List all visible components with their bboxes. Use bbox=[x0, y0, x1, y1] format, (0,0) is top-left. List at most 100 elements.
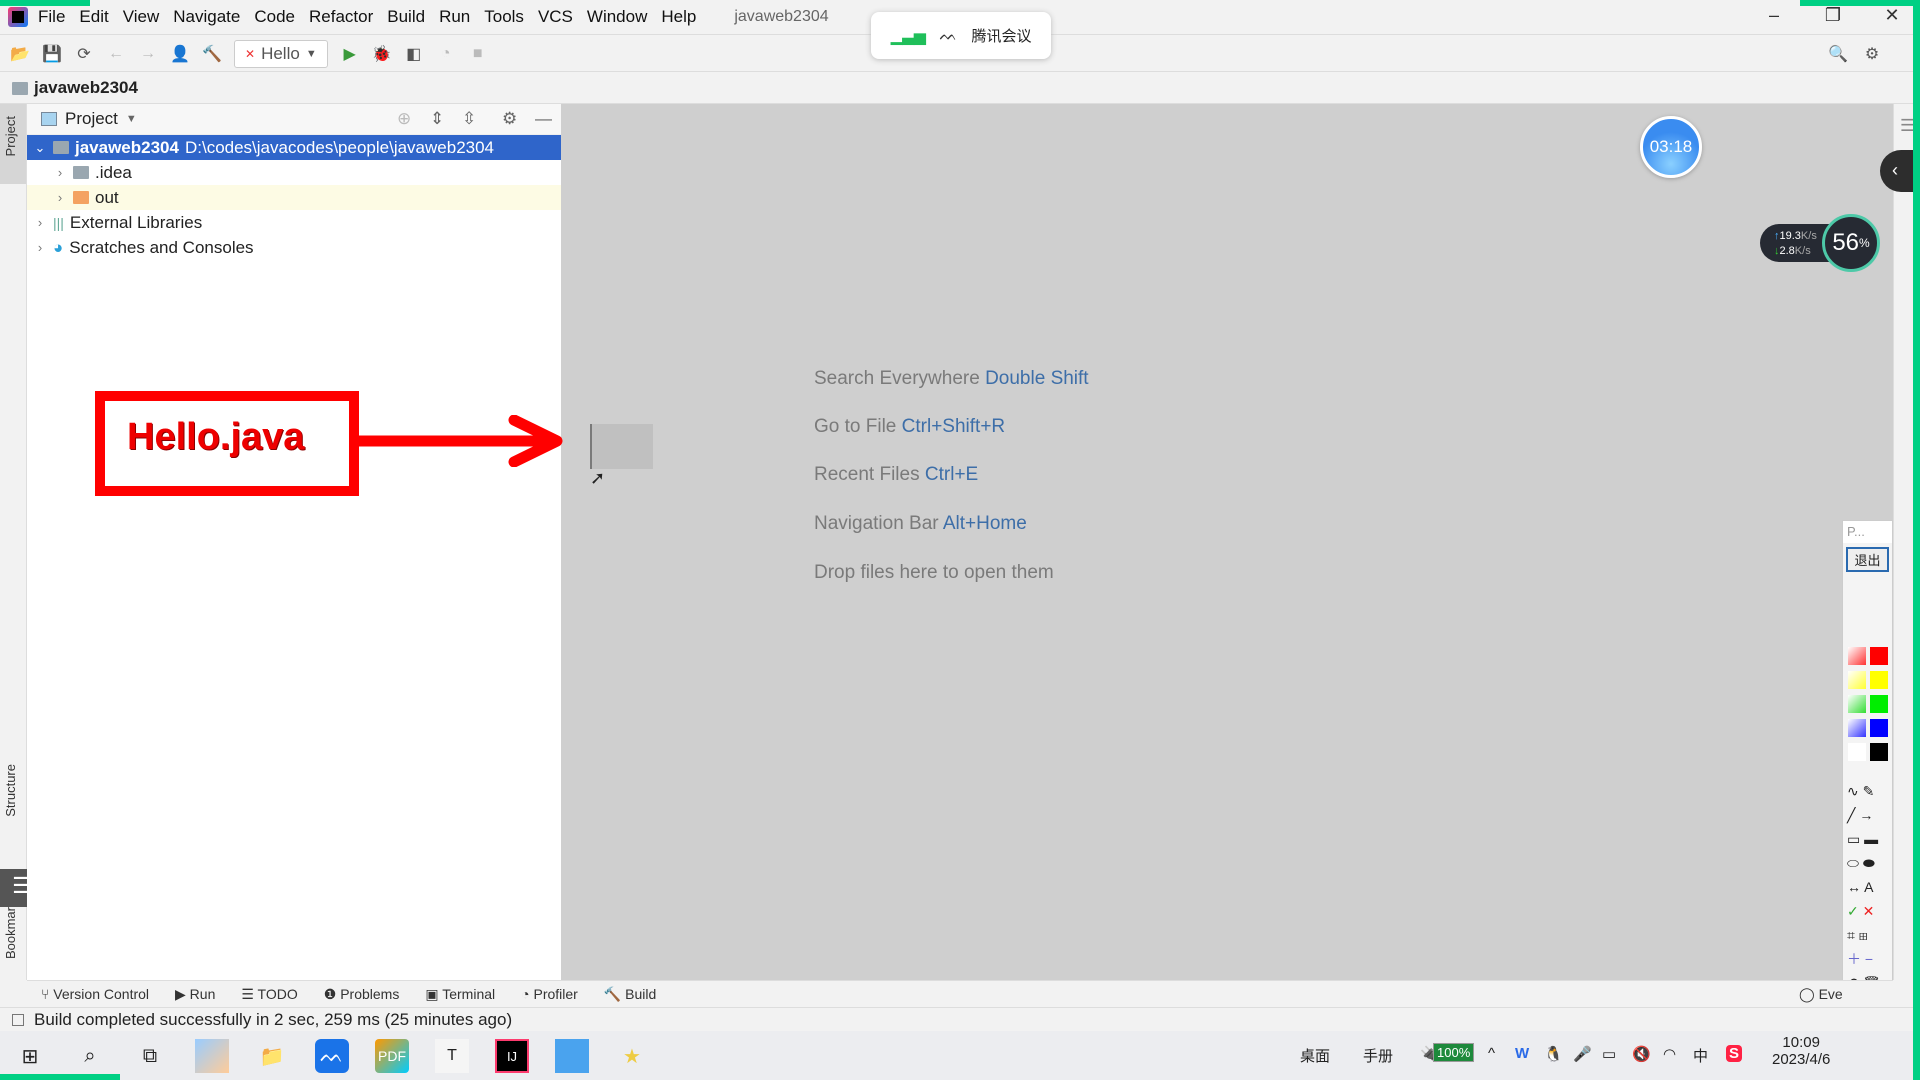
tool-profiler[interactable]: ◔ Profiler bbox=[521, 986, 578, 1002]
network-monitor[interactable]: ↑19.3K/s ↓2.8K/s 56% bbox=[1760, 214, 1880, 272]
menu-help[interactable]: Help bbox=[661, 7, 696, 27]
wifi-icon[interactable]: ◠ bbox=[1663, 1045, 1676, 1063]
stop-icon[interactable]: ■ bbox=[468, 45, 488, 63]
back-icon[interactable]: ← bbox=[106, 45, 126, 63]
chevron-right-icon[interactable]: › bbox=[53, 190, 67, 205]
microphone-icon[interactable]: 🎤 bbox=[1573, 1045, 1592, 1063]
desktop-toolbar[interactable]: 桌面 bbox=[1300, 1045, 1330, 1066]
color-light-blue[interactable] bbox=[1848, 719, 1866, 737]
open-icon[interactable]: 📂 bbox=[10, 44, 30, 64]
status-message[interactable]: Build completed successfully in 2 sec, 2… bbox=[34, 1010, 512, 1030]
tree-item-root[interactable]: ⌄ javaweb2304 D:\codes\javacodes\people\… bbox=[27, 135, 561, 160]
menu-file[interactable]: File bbox=[38, 7, 65, 27]
ime-indicator[interactable]: 中 bbox=[1693, 1045, 1708, 1066]
color-red[interactable] bbox=[1870, 647, 1888, 665]
task-view-icon[interactable]: ⧉ bbox=[133, 1039, 167, 1073]
coverage-icon[interactable]: ◧ bbox=[404, 44, 424, 64]
color-black[interactable] bbox=[1870, 743, 1888, 761]
menu-tools[interactable]: Tools bbox=[484, 7, 524, 27]
project-tool-tab[interactable]: Project bbox=[3, 116, 18, 156]
editor-empty-area[interactable]: Search Everywhere Double Shift Go to Fil… bbox=[561, 104, 1893, 980]
menu-navigate[interactable]: Navigate bbox=[173, 7, 240, 27]
chevron-right-icon[interactable]: › bbox=[33, 215, 47, 230]
menu-run[interactable]: Run bbox=[439, 7, 470, 27]
close-button[interactable]: ✕ bbox=[1872, 5, 1912, 26]
breadcrumb-project[interactable]: javaweb2304 bbox=[34, 78, 138, 98]
color-yellow[interactable] bbox=[1870, 671, 1888, 689]
color-light-red[interactable] bbox=[1848, 647, 1866, 665]
tool-event-log[interactable]: ◯ Eve bbox=[1799, 986, 1843, 1003]
gear-icon[interactable]: ⚙ bbox=[1862, 44, 1882, 64]
chevron-down-icon[interactable]: ▼ bbox=[126, 113, 137, 125]
start-icon[interactable]: ⊞ bbox=[13, 1039, 47, 1073]
forward-icon[interactable]: → bbox=[138, 45, 158, 63]
menu-refactor[interactable]: Refactor bbox=[309, 7, 373, 27]
hide-icon[interactable]: — bbox=[535, 109, 552, 129]
chevron-up-icon[interactable]: ^ bbox=[1488, 1045, 1495, 1062]
tencent-meeting-icon[interactable]: ᨓ bbox=[315, 1039, 349, 1073]
menu-view[interactable]: View bbox=[123, 7, 160, 27]
collapse-all-icon[interactable]: ⇳ bbox=[462, 109, 476, 129]
timer-badge[interactable]: 03:18 bbox=[1640, 116, 1702, 178]
status-toggle-icon[interactable] bbox=[12, 1013, 24, 1026]
color-white[interactable] bbox=[1848, 743, 1866, 761]
run-config-select[interactable]: ✕ Hello ▼ bbox=[234, 39, 328, 68]
file-explorer-icon[interactable]: 📁 bbox=[255, 1039, 289, 1073]
star-app-icon[interactable]: ★ bbox=[615, 1039, 649, 1073]
battery-indicator[interactable]: 100% bbox=[1433, 1043, 1475, 1062]
sogou-icon[interactable]: S bbox=[1726, 1045, 1743, 1062]
search-icon[interactable]: ⌕ bbox=[73, 1039, 107, 1073]
tool-problems[interactable]: ❶ Problems bbox=[324, 986, 400, 1003]
restore-button[interactable]: ❐ bbox=[1813, 5, 1853, 26]
gear-icon[interactable]: ⚙ bbox=[502, 109, 517, 129]
sync-icon[interactable]: ⟳ bbox=[74, 44, 94, 64]
clock[interactable]: 10:09 2023/4/6 bbox=[1772, 1034, 1830, 1068]
expand-all-icon[interactable]: ⇕ bbox=[430, 109, 444, 129]
menu-build[interactable]: Build bbox=[387, 7, 425, 27]
tool-build[interactable]: 🔨 Build bbox=[604, 986, 656, 1003]
run-icon[interactable]: ▶ bbox=[340, 44, 360, 64]
chevron-right-icon[interactable]: › bbox=[33, 240, 47, 255]
color-blue[interactable] bbox=[1870, 719, 1888, 737]
exit-button[interactable]: 退出 bbox=[1846, 547, 1889, 572]
drawing-tools[interactable]: ∿ ✎╱ →▭ ▬⬭ ⬬↔ A✓ ✕⌗ ⊞＋ −↶ 🗑 bbox=[1847, 779, 1891, 995]
maps-app-icon[interactable] bbox=[195, 1039, 229, 1073]
tree-item-out[interactable]: › out bbox=[27, 185, 561, 210]
manual-toolbar[interactable]: 手册 bbox=[1363, 1045, 1393, 1066]
wps-icon[interactable]: W bbox=[1515, 1045, 1529, 1062]
menu-window[interactable]: Window bbox=[587, 7, 647, 27]
debug-icon[interactable]: 🐞 bbox=[372, 44, 392, 64]
tree-item-external-libraries[interactable]: › ||| External Libraries bbox=[27, 210, 561, 235]
minimize-button[interactable]: – bbox=[1754, 5, 1794, 26]
remote-desktop-icon[interactable] bbox=[555, 1039, 589, 1073]
menu-edit[interactable]: Edit bbox=[79, 7, 108, 27]
tree-item-scratches[interactable]: › ◕ Scratches and Consoles bbox=[27, 235, 561, 260]
chevron-down-icon[interactable]: ⌄ bbox=[33, 140, 47, 156]
search-icon[interactable]: 🔍 bbox=[1828, 44, 1848, 64]
battery-icon[interactable]: ▭ bbox=[1602, 1045, 1616, 1063]
menu-vcs[interactable]: VCS bbox=[538, 7, 573, 27]
tool-run[interactable]: ▶ Run bbox=[175, 986, 215, 1003]
intellij-icon[interactable]: IJ bbox=[495, 1039, 529, 1073]
volume-muted-icon[interactable]: 🔇 bbox=[1632, 1045, 1651, 1063]
tool-terminal[interactable]: ▣ Terminal bbox=[425, 986, 495, 1003]
locate-icon[interactable]: ⊕ bbox=[397, 109, 411, 129]
project-view-selector[interactable]: Project bbox=[65, 109, 118, 129]
color-green[interactable] bbox=[1870, 695, 1888, 713]
chevron-right-icon[interactable]: › bbox=[53, 165, 67, 180]
menu-code[interactable]: Code bbox=[254, 7, 295, 27]
color-light-yellow[interactable] bbox=[1848, 671, 1866, 689]
vcs-user-icon[interactable]: 👤 bbox=[170, 44, 190, 64]
qq-icon[interactable]: 🐧 bbox=[1544, 1045, 1563, 1063]
color-light-green[interactable] bbox=[1848, 695, 1866, 713]
tool-todo[interactable]: ☰ TODO bbox=[241, 986, 297, 1003]
tool-version-control[interactable]: ⑂ Version Control bbox=[41, 986, 149, 1002]
build-hammer-icon[interactable]: 🔨 bbox=[202, 44, 222, 64]
tencent-meeting-widget[interactable]: ▁▃▅ ᨓ 腾讯会议 bbox=[871, 12, 1051, 59]
profile-icon[interactable]: ◔ bbox=[436, 45, 456, 63]
save-icon[interactable]: 💾 bbox=[42, 44, 62, 64]
tree-item-idea[interactable]: › .idea bbox=[27, 160, 561, 185]
structure-tool-tab[interactable]: Structure bbox=[3, 764, 18, 817]
text-app-icon[interactable]: T bbox=[435, 1039, 469, 1073]
pdf-app-icon[interactable]: PDF bbox=[375, 1039, 409, 1073]
